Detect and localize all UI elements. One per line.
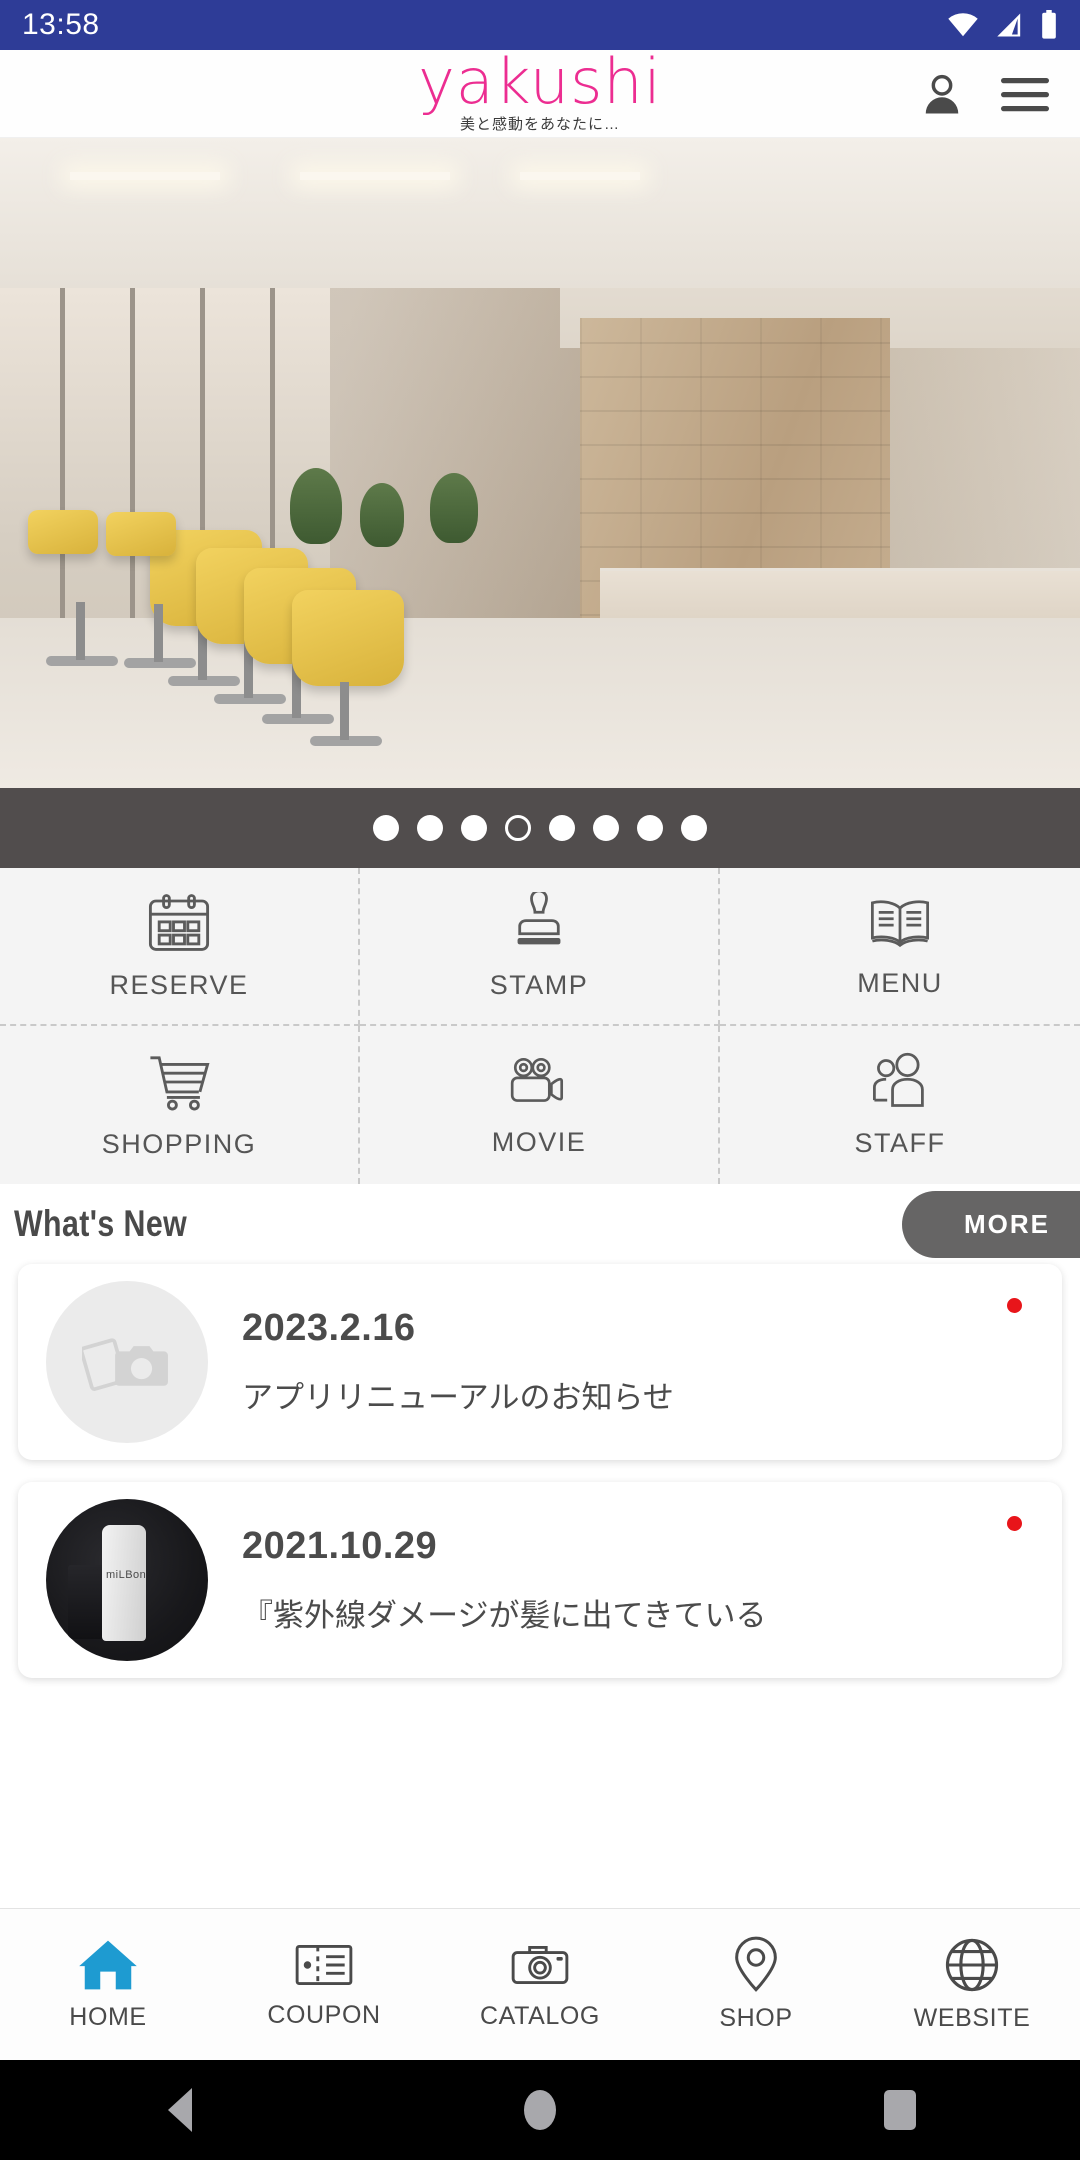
hero-carousel-image[interactable]: YAKUSH xyxy=(0,138,1080,788)
news-thumbnail: miLBon xyxy=(46,1499,208,1661)
grid-item-stamp[interactable]: STAMP xyxy=(360,868,720,1026)
nav-item-shop[interactable]: SHOP xyxy=(648,1909,864,2060)
news-card[interactable]: 2023.2.16 アプリリニューアルのお知らせ xyxy=(18,1264,1062,1460)
unread-badge xyxy=(1007,1298,1022,1313)
grid-item-menu[interactable]: MENU xyxy=(720,868,1080,1026)
home-icon xyxy=(79,1940,137,1990)
carousel-dot[interactable] xyxy=(637,815,663,841)
app-header: yakushi 美と感動をあなたに… xyxy=(0,50,1080,138)
hero-photo: YAKUSH xyxy=(0,138,1080,788)
account-button[interactable] xyxy=(916,68,968,120)
product-brand-label: miLBon xyxy=(106,1569,147,1581)
grid-label: MENU xyxy=(857,967,943,998)
photo-placeholder-icon xyxy=(82,1338,168,1391)
grid-item-shopping[interactable]: SHOPPING xyxy=(0,1026,360,1184)
grid-label: RESERVE xyxy=(109,969,249,1000)
android-navigation-bar xyxy=(0,2060,1080,2160)
bottom-navigation: HOME COUPON CATALOG SHOP WEBSITE xyxy=(0,1908,1080,2060)
logo-tagline: 美と感動をあなたに… xyxy=(459,115,620,133)
nav-label: SHOP xyxy=(719,2004,793,2032)
carousel-dot[interactable] xyxy=(549,815,575,841)
android-back-button[interactable] xyxy=(168,2088,192,2132)
news-date: 2021.10.29 xyxy=(242,1525,438,1567)
news-text: 『紫外線ダメージが髪に出てきている xyxy=(242,1598,767,1633)
nav-label: COUPON xyxy=(267,2001,381,2029)
status-time: 13:58 xyxy=(22,8,100,41)
battery-icon xyxy=(1042,10,1056,39)
nav-label: WEBSITE xyxy=(913,2004,1031,2032)
carousel-dot[interactable] xyxy=(593,815,619,841)
grid-label: SHOPPING xyxy=(101,1128,257,1159)
nav-item-website[interactable]: WEBSITE xyxy=(864,1909,1080,2060)
unread-badge xyxy=(1007,1516,1022,1531)
menu-button[interactable] xyxy=(998,72,1052,116)
globe-icon xyxy=(945,1938,999,1992)
news-list: 2023.2.16 アプリリニューアルのお知らせ miLBon 2021.10.… xyxy=(0,1264,1080,1678)
grid-item-reserve[interactable]: RESERVE xyxy=(0,868,360,1026)
map-pin-icon xyxy=(735,1936,777,1992)
carousel-dot-active[interactable] xyxy=(505,815,531,841)
cellular-signal-icon xyxy=(997,13,1021,37)
nav-item-catalog[interactable]: CATALOG xyxy=(432,1909,648,2060)
news-card-body: 2021.10.29 『紫外線ダメージが髪に出てきている xyxy=(208,1525,767,1635)
ticket-icon xyxy=(295,1944,353,1986)
header-actions xyxy=(916,68,1080,120)
carousel-dot[interactable] xyxy=(417,815,443,841)
open-book-icon xyxy=(870,899,930,947)
stamp-icon xyxy=(517,891,561,944)
carousel-dot[interactable] xyxy=(373,815,399,841)
android-recents-button[interactable] xyxy=(884,2090,916,2130)
news-text: アプリリニューアルのお知らせ xyxy=(242,1380,674,1415)
status-icon-group xyxy=(946,10,1058,40)
grid-item-movie[interactable]: MOVIE xyxy=(360,1026,720,1184)
carousel-dot[interactable] xyxy=(461,815,487,841)
more-button[interactable]: MORE xyxy=(902,1190,1080,1258)
grid-item-staff[interactable]: STAFF xyxy=(720,1026,1080,1184)
person-icon xyxy=(925,74,959,113)
grid-label: MOVIE xyxy=(491,1126,587,1157)
grid-label: STAFF xyxy=(854,1127,946,1158)
two-people-icon xyxy=(873,1052,924,1107)
whats-new-header: What's New MORE xyxy=(0,1184,1080,1264)
nav-item-home[interactable]: HOME xyxy=(0,1909,216,2060)
camera-icon xyxy=(511,1945,569,1985)
shopping-cart-icon xyxy=(150,1055,210,1110)
video-camera-icon xyxy=(510,1057,564,1102)
nav-label: CATALOG xyxy=(480,2002,600,2030)
news-date: 2023.2.16 xyxy=(242,1307,416,1349)
section-title: What's New xyxy=(14,1203,188,1244)
news-card-body: 2023.2.16 アプリリニューアルのお知らせ xyxy=(208,1307,674,1417)
android-home-button[interactable] xyxy=(524,2090,556,2130)
news-card[interactable]: miLBon 2021.10.29 『紫外線ダメージが髪に出てきている xyxy=(18,1482,1062,1678)
grid-label: STAMP xyxy=(489,969,589,1000)
quick-action-grid: RESERVE STAMP MENU SHOPPING MOVIE STAFF xyxy=(0,868,1080,1184)
news-thumbnail xyxy=(46,1281,208,1443)
calendar-icon xyxy=(148,893,210,951)
carousel-dot[interactable] xyxy=(681,815,707,841)
nav-label: HOME xyxy=(69,2003,147,2031)
wifi-icon xyxy=(948,13,978,37)
carousel-dots[interactable] xyxy=(0,788,1080,868)
logo-text: yakushi xyxy=(418,45,662,119)
status-bar: 13:58 xyxy=(0,0,1080,50)
hamburger-menu-icon xyxy=(1001,77,1049,111)
nav-item-coupon[interactable]: COUPON xyxy=(216,1909,432,2060)
